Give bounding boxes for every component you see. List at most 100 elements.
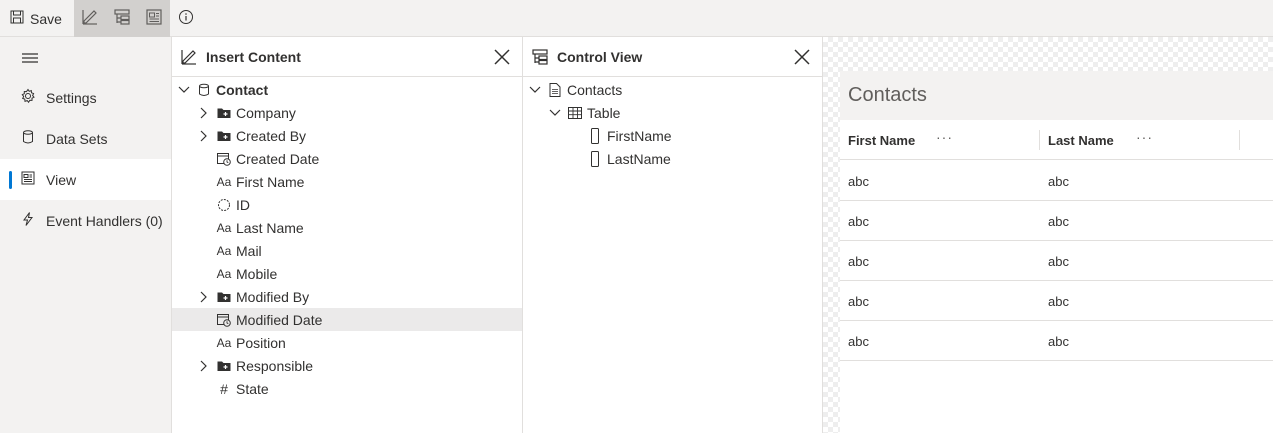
save-label: Save: [30, 10, 62, 27]
table-cell: abc: [1048, 333, 1069, 349]
nav-item-label: Data Sets: [46, 130, 108, 147]
preview-icon: [145, 8, 163, 29]
chevron-right-icon[interactable]: [198, 285, 210, 308]
close-insert-panel-button[interactable]: [492, 47, 512, 67]
chevron-down-icon[interactable]: [178, 78, 190, 101]
chevron-right-icon[interactable]: [198, 354, 210, 377]
chevron-down-icon[interactable]: [549, 101, 561, 124]
save-icon: [10, 10, 24, 27]
tree-item-state[interactable]: # State: [172, 377, 522, 400]
design-canvas: Contacts First Name ··· Last Name ··· ab…: [823, 37, 1273, 433]
save-button[interactable]: Save: [4, 4, 68, 33]
column-icon: [587, 147, 603, 170]
column-divider[interactable]: [1239, 130, 1240, 150]
control-item-label: Table: [587, 104, 621, 121]
table-cell: abc: [1048, 293, 1069, 309]
nav-item-event-handlers[interactable]: Event Handlers (0): [0, 200, 171, 241]
preview-button[interactable]: [138, 0, 170, 37]
panel-title: Control View: [557, 48, 643, 65]
nav-item-label: View: [46, 171, 77, 188]
edit-content-icon: [180, 48, 198, 66]
nav-item-data-sets[interactable]: Data Sets: [0, 118, 171, 159]
tree-item-label: Mail: [236, 242, 262, 259]
control-item-firstname[interactable]: FirstName: [523, 124, 822, 147]
table-row[interactable]: abc abc: [840, 241, 1273, 281]
edit-content-button[interactable]: [74, 0, 106, 37]
chevron-down-icon[interactable]: [529, 78, 541, 101]
tree-item-label: Created By: [236, 127, 307, 144]
folder-icon: [216, 101, 232, 124]
control-item-lastname[interactable]: LastName: [523, 147, 822, 170]
control-item-contacts[interactable]: Contacts: [523, 78, 822, 101]
tree-item-label: Mobile: [236, 265, 278, 282]
tree-item-label: Position: [236, 334, 286, 351]
tree-item-created-date[interactable]: Created Date: [172, 147, 522, 170]
table-icon: [567, 101, 583, 124]
top-toolbar: Save: [0, 0, 1273, 37]
tree-item-company[interactable]: Company: [172, 101, 522, 124]
tree-item-last-name[interactable]: Aa Last Name: [172, 216, 522, 239]
folder-icon: [216, 285, 232, 308]
close-icon: [794, 49, 810, 65]
tree-item-label: Modified Date: [236, 311, 323, 328]
list-header: First Name ··· Last Name ···: [840, 120, 1273, 160]
text-icon: Aa: [216, 266, 232, 281]
tree-item-created-by[interactable]: Created By: [172, 124, 522, 147]
table-cell: abc: [1048, 253, 1069, 269]
info-button[interactable]: [176, 4, 196, 33]
table-cell: abc: [848, 253, 869, 269]
control-view-header: Control View: [523, 37, 822, 77]
tree-item-label: Modified By: [236, 288, 310, 305]
control-tree-button[interactable]: [106, 0, 138, 37]
tree-item-label: Created Date: [236, 150, 320, 167]
text-icon: Aa: [216, 335, 232, 350]
control-item-label: FirstName: [607, 127, 672, 144]
database-icon: [20, 129, 36, 148]
side-navigation: Settings Data Sets View Event Handlers (…: [0, 37, 172, 433]
tree-item-modified-by[interactable]: Modified By: [172, 285, 522, 308]
tree-item-contact[interactable]: Contact: [172, 78, 522, 101]
column-menu-icon[interactable]: ···: [936, 129, 953, 145]
control-item-table[interactable]: Table: [523, 101, 822, 124]
column-divider[interactable]: [1039, 130, 1040, 150]
column-header-first-name[interactable]: First Name ···: [848, 120, 1040, 160]
tree-item-first-name[interactable]: Aa First Name: [172, 170, 522, 193]
tree-item-mobile[interactable]: Aa Mobile: [172, 262, 522, 285]
column-menu-icon[interactable]: ···: [1136, 129, 1153, 145]
contacts-list-view[interactable]: Contacts First Name ··· Last Name ··· ab…: [840, 71, 1273, 433]
tree-item-mail[interactable]: Aa Mail: [172, 239, 522, 262]
tree-item-id[interactable]: ID: [172, 193, 522, 216]
edit-content-icon: [81, 8, 99, 29]
tree-item-label: ID: [236, 196, 250, 213]
close-control-panel-button[interactable]: [792, 47, 812, 67]
number-icon: #: [220, 380, 228, 397]
chevron-right-icon[interactable]: [198, 101, 210, 124]
control-tree-icon: [531, 48, 549, 66]
tree-item-label: State: [236, 380, 269, 397]
database-icon: [196, 78, 212, 101]
chevron-right-icon[interactable]: [198, 124, 210, 147]
table-row[interactable]: abc abc: [840, 321, 1273, 361]
tree-item-position[interactable]: Aa Position: [172, 331, 522, 354]
nav-item-settings[interactable]: Settings: [0, 77, 171, 118]
table-cell: abc: [848, 213, 869, 229]
lightning-icon: [20, 211, 36, 230]
calendar-clock-icon: [216, 147, 232, 170]
text-icon: Aa: [216, 220, 232, 235]
tree-item-label: Company: [236, 104, 296, 121]
table-row[interactable]: abc abc: [840, 201, 1273, 241]
view-mode-group: [74, 0, 170, 37]
table-row[interactable]: abc abc: [840, 281, 1273, 321]
table-cell: abc: [848, 293, 869, 309]
tree-item-modified-date[interactable]: Modified Date: [172, 308, 522, 331]
control-item-label: LastName: [607, 150, 671, 167]
gear-icon: [20, 88, 36, 107]
column-header-last-name[interactable]: Last Name ···: [1048, 120, 1240, 160]
nav-item-view[interactable]: View: [0, 159, 171, 200]
tree-item-responsible[interactable]: Responsible: [172, 354, 522, 377]
table-cell: abc: [848, 333, 869, 349]
table-row[interactable]: abc abc: [840, 161, 1273, 201]
column-header-label: Last Name: [1048, 132, 1114, 148]
info-icon: [178, 9, 194, 28]
hamburger-menu-button[interactable]: [20, 49, 40, 67]
